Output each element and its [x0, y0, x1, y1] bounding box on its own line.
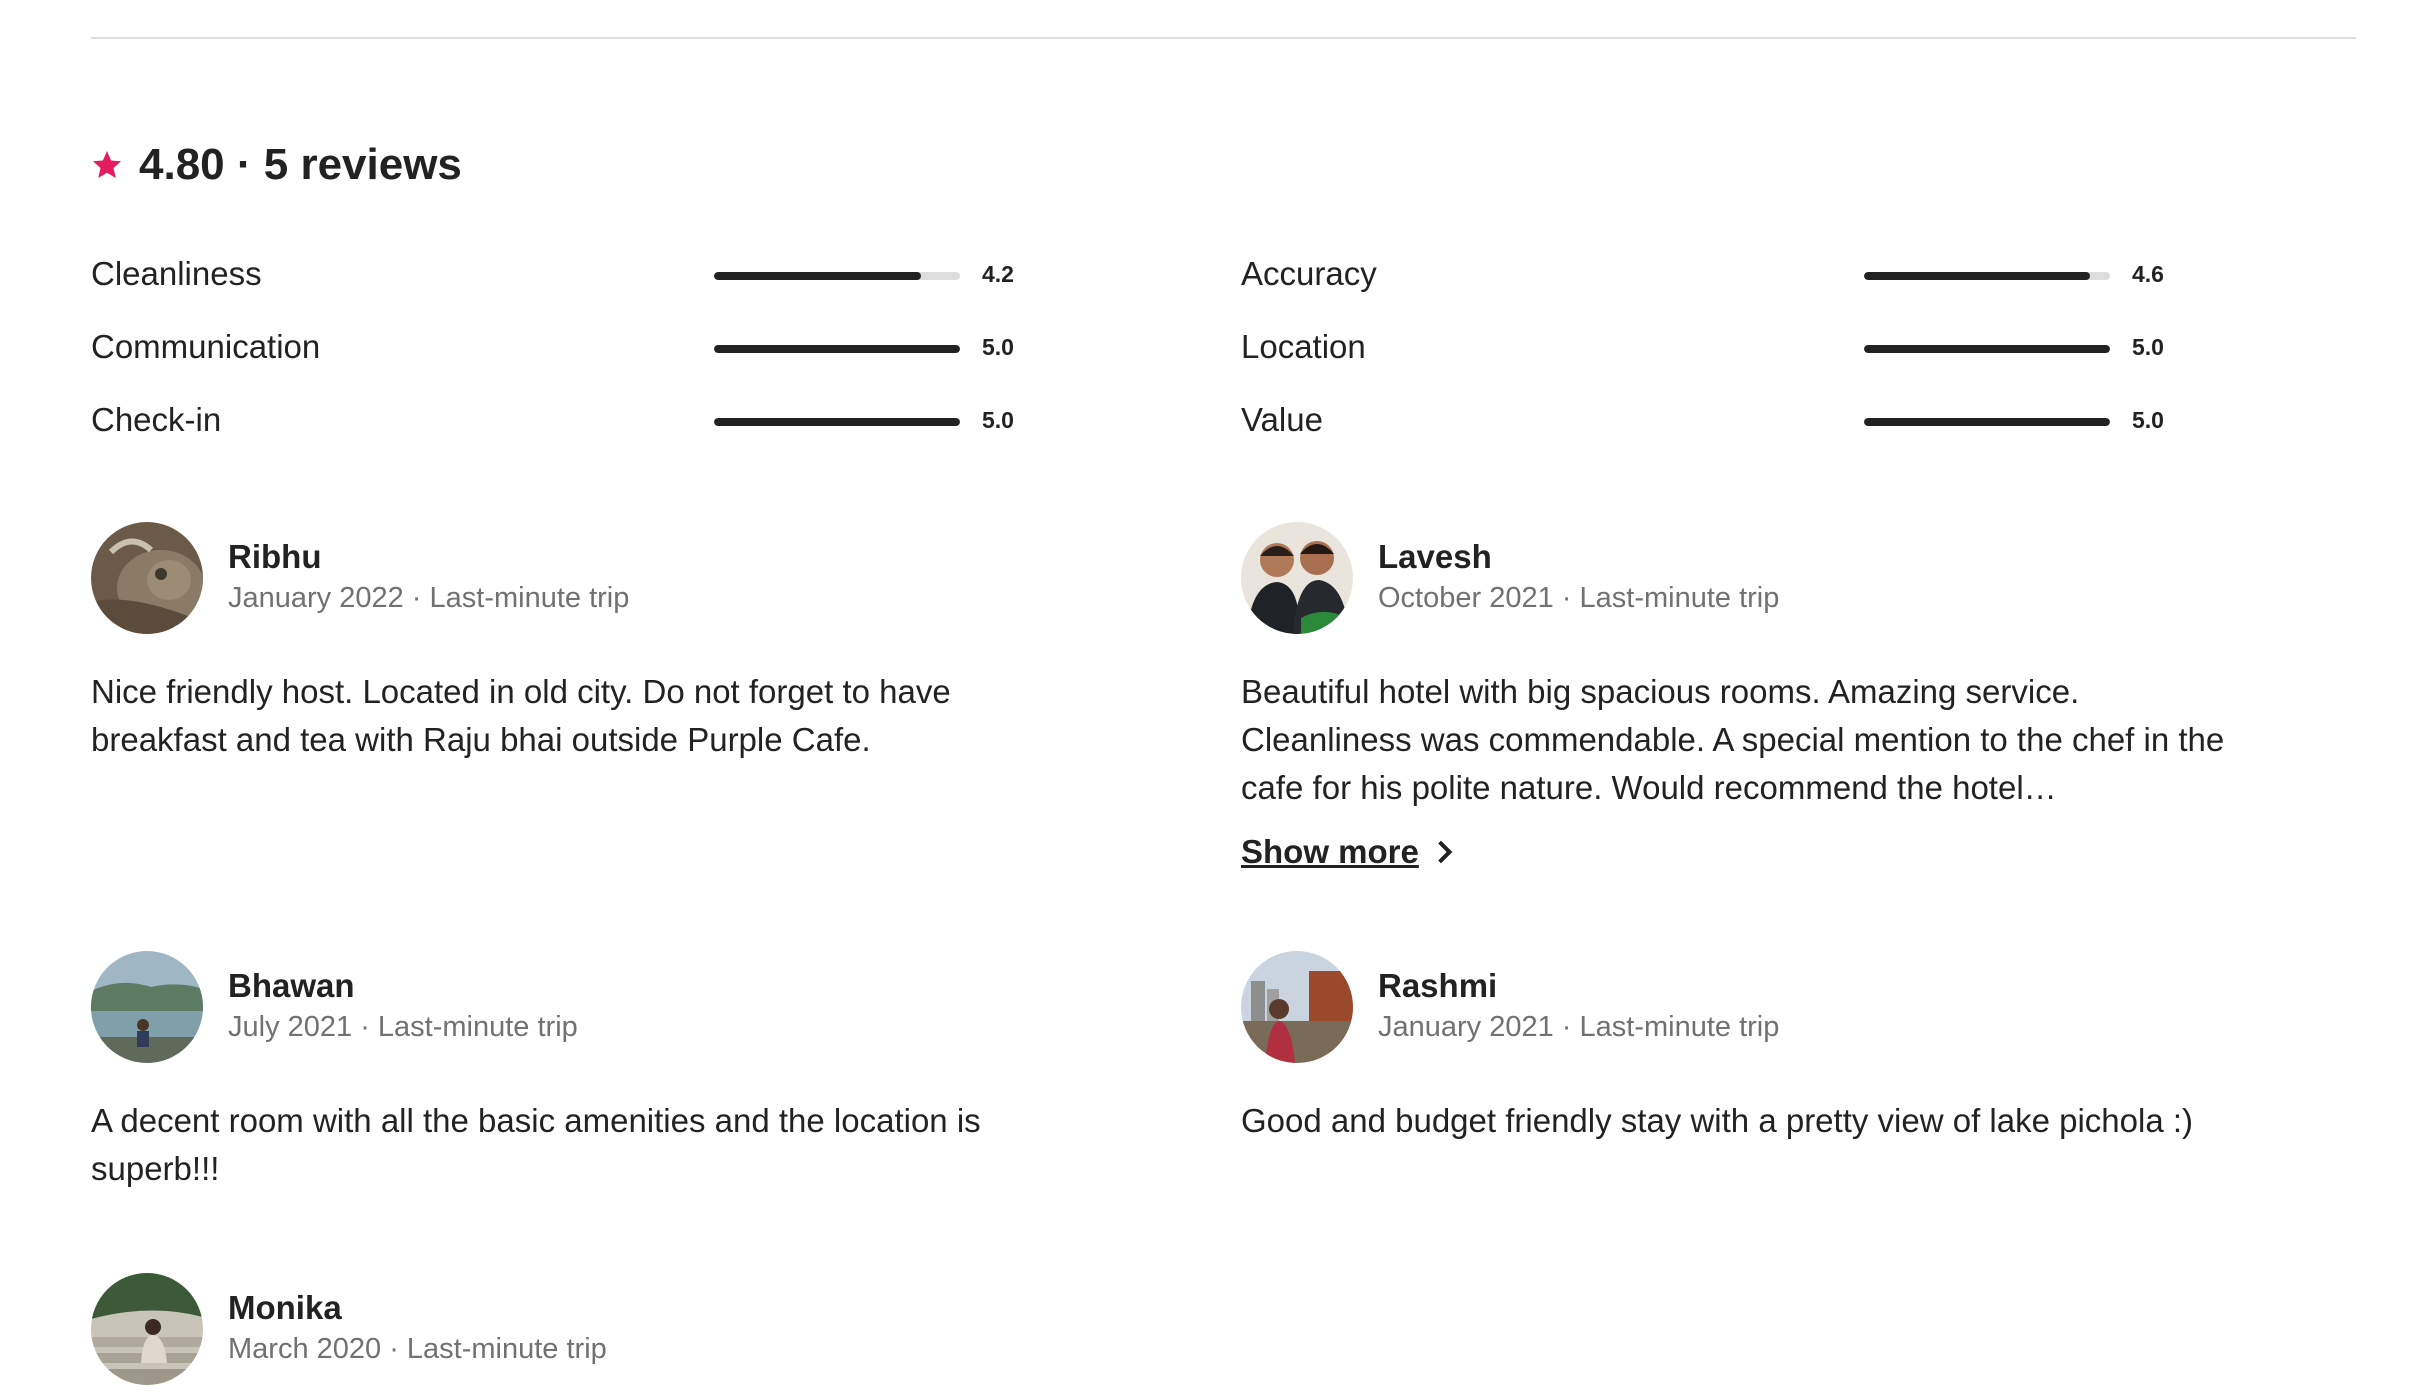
category-bar — [1864, 345, 2110, 353]
reviews-count: 5 reviews — [263, 140, 462, 189]
avatar[interactable] — [91, 951, 203, 1063]
category-row-cleanliness: Cleanliness 4.2 — [91, 246, 1111, 302]
category-bar-fill — [1864, 418, 2110, 426]
category-bar — [714, 272, 960, 280]
category-bar — [1864, 418, 2110, 426]
review-text: Beautiful hotel with big spacious rooms.… — [1241, 673, 2225, 806]
category-label: Communication — [91, 328, 321, 365]
category-label: Check-in — [91, 401, 222, 438]
reviewer-name: Rashmi — [1378, 967, 1498, 1004]
rating-summary-text: 4.80 · 5 reviews — [139, 137, 462, 193]
review-date: July 2021 · Last-minute trip — [228, 1011, 578, 1043]
category-row-value: Value 5.0 — [1241, 392, 2261, 448]
review-text: Nice friendly host. Located in old city.… — [91, 673, 951, 758]
overall-rating: 4.80 — [139, 140, 225, 189]
category-bar-fill — [714, 345, 960, 353]
review-text: Good and budget friendly stay with a pre… — [1241, 1102, 2194, 1139]
category-bar-fill — [714, 272, 921, 280]
avatar[interactable] — [91, 522, 203, 634]
avatar[interactable] — [1241, 951, 1353, 1063]
chevron-right-icon — [1429, 840, 1453, 864]
category-bar — [714, 418, 960, 426]
avatar[interactable] — [1241, 522, 1353, 634]
category-bar-fill — [1864, 272, 2091, 280]
category-bar — [1864, 272, 2110, 280]
category-row-communication: Communication 5.0 — [91, 319, 1111, 375]
section-divider — [91, 37, 2356, 39]
review-date: March 2020 · Last-minute trip — [228, 1333, 607, 1365]
rating-summary: 4.80 · 5 reviews — [91, 137, 462, 193]
category-bar-fill — [1864, 345, 2110, 353]
category-score: 5.0 — [2132, 407, 2164, 433]
review-date: January 2021 · Last-minute trip — [1378, 1011, 1780, 1043]
category-score: 5.0 — [982, 407, 1014, 433]
category-row-accuracy: Accuracy 4.6 — [1241, 246, 2261, 302]
category-score: 4.2 — [982, 261, 1014, 287]
review-text: A decent room with all the basic ameniti… — [91, 1102, 981, 1187]
show-more-button[interactable]: Show more — [1241, 830, 1453, 874]
category-row-location: Location 5.0 — [1241, 319, 2261, 375]
category-label: Cleanliness — [91, 255, 262, 292]
review-date: October 2021 · Last-minute trip — [1378, 582, 1780, 614]
star-icon — [93, 151, 121, 178]
reviewer-name: Bhawan — [228, 967, 355, 1004]
category-row-check-in: Check-in 5.0 — [91, 392, 1111, 448]
category-label: Value — [1241, 401, 1323, 438]
rating-separator: · — [224, 140, 264, 189]
show-more-label: Show more — [1241, 833, 1419, 870]
category-bar-fill — [714, 418, 960, 426]
reviewer-name: Ribhu — [228, 538, 322, 575]
reviewer-name: Monika — [228, 1289, 342, 1326]
category-label: Location — [1241, 328, 1366, 365]
category-score: 5.0 — [2132, 334, 2164, 360]
category-label: Accuracy — [1241, 255, 1377, 292]
review-date: January 2022 · Last-minute trip — [228, 582, 630, 614]
avatar[interactable] — [91, 1273, 203, 1385]
category-score: 4.6 — [2132, 261, 2164, 287]
category-bar — [714, 345, 960, 353]
reviewer-name: Lavesh — [1378, 538, 1492, 575]
category-score: 5.0 — [982, 334, 1014, 360]
